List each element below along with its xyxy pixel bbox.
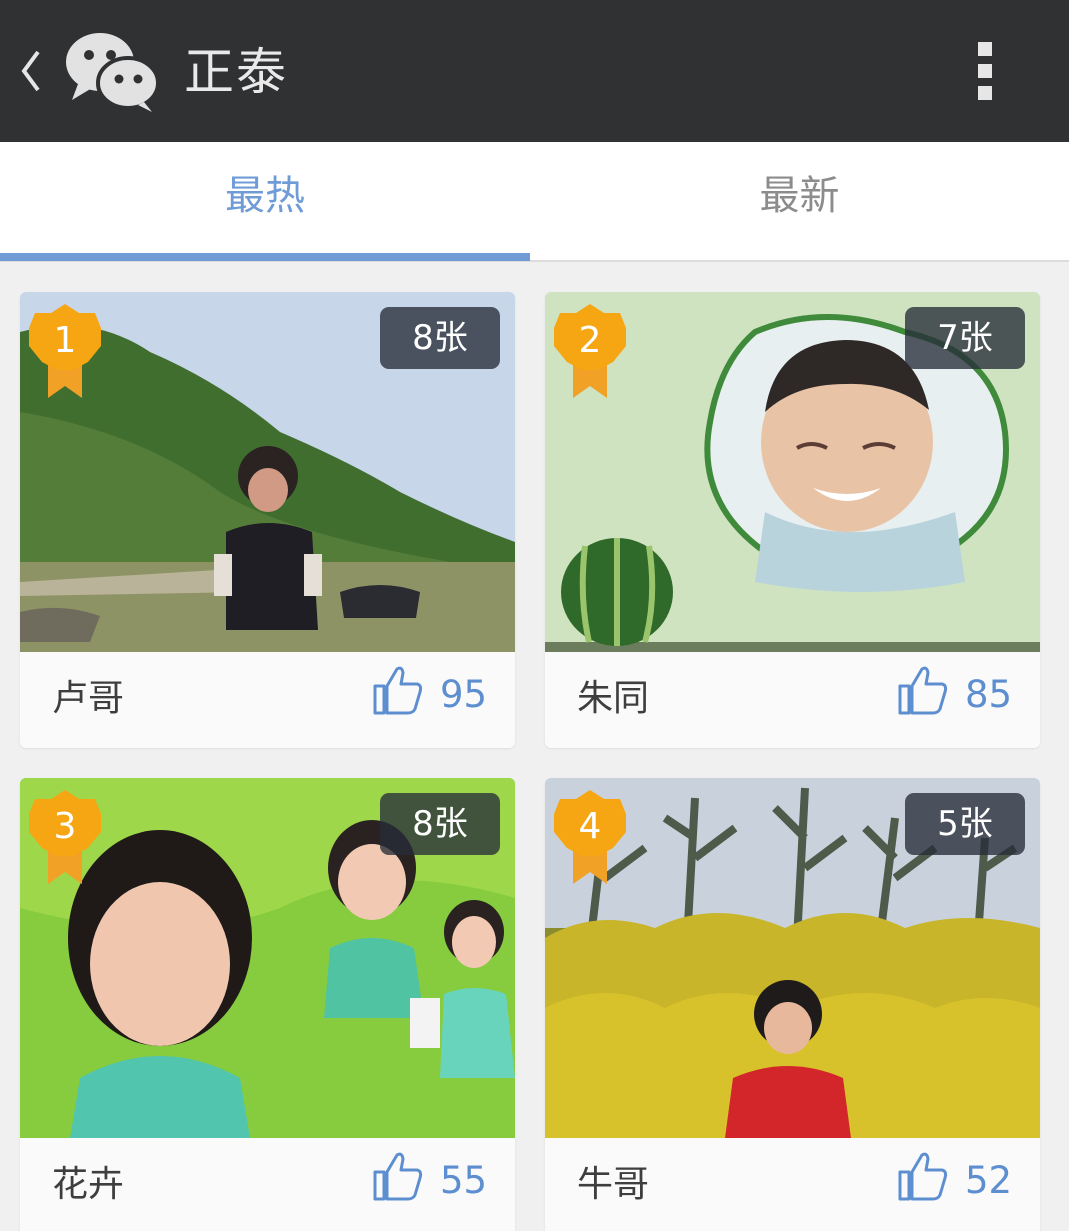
tab-bar: 最热 最新 [0, 142, 1069, 262]
thumbs-up-icon[interactable] [372, 664, 424, 716]
more-menu-icon[interactable] [958, 36, 1014, 108]
rank-badge-icon: 2 [553, 304, 627, 400]
rank-number: 3 [53, 806, 77, 847]
album-card[interactable]: 3 8张 花卉 55 [20, 778, 515, 1231]
photo-count-badge: 5张 [905, 793, 1025, 855]
rank-number: 2 [578, 320, 602, 361]
like-count: 85 [965, 673, 1013, 716]
like-count: 55 [440, 1159, 488, 1202]
page-title: 正泰 [184, 43, 288, 101]
album-name: 卢哥 [52, 678, 125, 719]
wechat-icon [62, 28, 160, 112]
thumbs-up-icon[interactable] [372, 1150, 424, 1202]
album-card[interactable]: 1 8张 卢哥 95 [20, 292, 515, 748]
active-tab-indicator [0, 253, 530, 261]
thumbs-up-icon[interactable] [897, 1150, 949, 1202]
rank-badge-icon: 3 [28, 790, 102, 886]
rank-number: 1 [53, 320, 77, 361]
photo-count-badge: 7张 [905, 307, 1025, 369]
rank-number: 4 [578, 806, 602, 847]
rank-badge-icon: 1 [28, 304, 102, 400]
tab-newest[interactable]: 最新 [530, 142, 1069, 260]
album-card[interactable]: 4 5张 牛哥 52 [545, 778, 1040, 1231]
album-name: 牛哥 [577, 1164, 650, 1205]
thumbs-up-icon[interactable] [897, 664, 949, 716]
top-bar: 正泰 [0, 0, 1069, 142]
album-card[interactable]: 2 7张 朱同 85 [545, 292, 1040, 748]
back-chevron-icon[interactable] [14, 44, 48, 98]
like-count: 95 [440, 673, 488, 716]
rank-badge-icon: 4 [553, 790, 627, 886]
photo-count-badge: 8张 [380, 307, 500, 369]
like-count: 52 [965, 1159, 1013, 1202]
photo-count-badge: 8张 [380, 793, 500, 855]
album-name: 花卉 [52, 1164, 125, 1205]
tab-hottest[interactable]: 最热 [0, 142, 530, 260]
album-name: 朱同 [577, 678, 650, 719]
